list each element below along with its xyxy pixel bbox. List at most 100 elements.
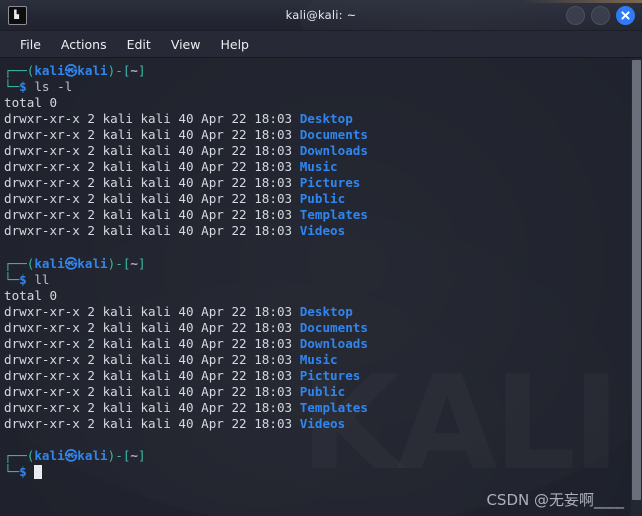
minimize-button[interactable] — [566, 5, 585, 25]
listing-name: Downloads — [299, 335, 368, 351]
listing-meta: drwxr-xr-x 2 kali kali 40 Apr 22 18:03 — [4, 399, 300, 415]
listing-meta: drwxr-xr-x 2 kali kali 40 Apr 22 18:03 — [4, 351, 300, 367]
window-controls — [566, 5, 642, 25]
prompt-dollar: $ — [19, 464, 27, 480]
scrollbar-thumb[interactable] — [632, 60, 641, 500]
listing-name: Videos — [299, 223, 346, 239]
listing-row: drwxr-xr-x 2 kali kali 40 Apr 22 18:03 P… — [4, 191, 642, 207]
listing-name: Desktop — [299, 111, 353, 127]
listing-name: Public — [299, 383, 346, 399]
prompt-dash: - — [115, 255, 123, 271]
kali-at-icon: ㉿ — [64, 448, 78, 464]
terminal-icon: ▙ — [8, 5, 27, 25]
listing-name: Videos — [299, 416, 346, 432]
listing-name: Desktop — [299, 303, 353, 319]
command-text: ll — [26, 271, 50, 287]
listing-row: drwxr-xr-x 2 kali kali 40 Apr 22 18:03 T… — [4, 207, 642, 223]
prompt-line-bottom[interactable]: └─$ — [4, 464, 642, 480]
terminal-output[interactable]: ┌──(kali㉿kali)-[~] └─$ ls -l total 0 drwxr-… — [0, 58, 642, 480]
prompt-dollar: $ — [19, 79, 27, 95]
listing-meta: drwxr-xr-x 2 kali kali 40 Apr 22 18:03 — [4, 367, 300, 383]
prompt-user: kali — [34, 63, 65, 78]
listing-row: drwxr-xr-x 2 kali kali 40 Apr 22 18:03 D… — [4, 336, 642, 352]
listing-name: Public — [299, 191, 346, 207]
prompt-line-bottom[interactable]: └─$ ll — [4, 272, 642, 288]
prompt-frame-top: ┌── — [4, 448, 27, 464]
listing-row: drwxr-xr-x 2 kali kali 40 Apr 22 18:03 D… — [4, 320, 642, 336]
listing-meta: drwxr-xr-x 2 kali kali 40 Apr 22 18:03 — [4, 159, 300, 175]
listing-name: Downloads — [299, 143, 368, 159]
prompt-host: kali — [77, 63, 108, 78]
prompt-path: ~ — [130, 63, 138, 78]
window-title: kali@kali: ~ — [285, 8, 357, 22]
title-bar[interactable]: ▙ kali@kali: ~ — [0, 0, 642, 31]
listing-name: Music — [299, 351, 338, 367]
listing-meta: drwxr-xr-x 2 kali kali 40 Apr 22 18:03 — [4, 335, 300, 351]
menu-item-view[interactable]: View — [161, 34, 211, 55]
text-cursor — [34, 465, 42, 480]
output-text: total 0 — [4, 95, 58, 111]
prompt-path: ~ — [130, 448, 138, 464]
listing-row: drwxr-xr-x 2 kali kali 40 Apr 22 18:03 M… — [4, 159, 642, 175]
close-button[interactable] — [616, 5, 635, 25]
listing-row: drwxr-xr-x 2 kali kali 40 Apr 22 18:03 V… — [4, 223, 642, 239]
listing-row: drwxr-xr-x 2 kali kali 40 Apr 22 18:03 P… — [4, 384, 642, 400]
menu-item-help[interactable]: Help — [210, 34, 259, 55]
terminal-area[interactable]: KALI "the quieter you bec ┌──(kali㉿kali)… — [0, 58, 642, 516]
menu-item-edit[interactable]: Edit — [117, 34, 161, 55]
prompt-user: kali — [34, 255, 65, 271]
listing-name: Pictures — [299, 367, 361, 383]
listing-meta: drwxr-xr-x 2 kali kali 40 Apr 22 18:03 — [4, 303, 300, 319]
prompt-host: kali — [77, 255, 108, 271]
listing-meta: drwxr-xr-x 2 kali kali 40 Apr 22 18:03 — [4, 143, 300, 159]
listing-meta: drwxr-xr-x 2 kali kali 40 Apr 22 18:03 — [4, 127, 300, 143]
listing-meta: drwxr-xr-x 2 kali kali 40 Apr 22 18:03 — [4, 111, 300, 127]
titlebar-highlight — [522, 0, 642, 3]
listing-row: drwxr-xr-x 2 kali kali 40 Apr 22 18:03 P… — [4, 368, 642, 384]
menu-item-actions[interactable]: Actions — [51, 34, 117, 55]
prompt-frame-bottom: └─ — [4, 79, 20, 95]
listing-meta: drwxr-xr-x 2 kali kali 40 Apr 22 18:03 — [4, 319, 300, 335]
prompt-user: kali — [34, 448, 65, 464]
prompt-path: ~ — [130, 255, 138, 271]
prompt-frame-top: ┌── — [4, 255, 27, 271]
prompt-close-bracket: ] — [138, 448, 146, 464]
listing-name: Pictures — [299, 175, 361, 191]
listing-name: Music — [299, 159, 338, 175]
listing-meta: drwxr-xr-x 2 kali kali 40 Apr 22 18:03 — [4, 191, 300, 207]
listing-meta: drwxr-xr-x 2 kali kali 40 Apr 22 18:03 — [4, 207, 300, 223]
listing-row: drwxr-xr-x 2 kali kali 40 Apr 22 18:03 T… — [4, 400, 642, 416]
listing-row: drwxr-xr-x 2 kali kali 40 Apr 22 18:03 V… — [4, 416, 642, 432]
total-line: total 0 — [4, 95, 642, 111]
csdn-watermark: CSDN @无妄啊____ — [486, 491, 624, 509]
listing-meta: drwxr-xr-x 2 kali kali 40 Apr 22 18:03 — [4, 383, 300, 399]
menu-item-file[interactable]: File — [10, 34, 51, 55]
listing-row: drwxr-xr-x 2 kali kali 40 Apr 22 18:03 D… — [4, 111, 642, 127]
command-text: ls -l — [26, 79, 73, 95]
prompt-close-bracket: ] — [138, 255, 146, 271]
prompt-dash: - — [115, 448, 123, 464]
terminal-scrollbar[interactable] — [631, 58, 642, 516]
prompt-close-bracket: ] — [138, 63, 146, 78]
listing-meta: drwxr-xr-x 2 kali kali 40 Apr 22 18:03 — [4, 223, 300, 239]
listing-row: drwxr-xr-x 2 kali kali 40 Apr 22 18:03 D… — [4, 304, 642, 320]
prompt-dollar: $ — [19, 271, 27, 287]
listing-name: Documents — [299, 127, 368, 143]
listing-meta: drwxr-xr-x 2 kali kali 40 Apr 22 18:03 — [4, 416, 300, 432]
close-icon — [621, 10, 630, 20]
prompt-host: kali — [77, 448, 108, 464]
prompt-dash: - — [115, 63, 123, 78]
prompt-frame-bottom: └─ — [4, 464, 20, 480]
listing-row: drwxr-xr-x 2 kali kali 40 Apr 22 18:03 M… — [4, 352, 642, 368]
terminal-window: ▙ kali@kali: ~ File Actions Edit View He… — [0, 0, 642, 516]
prompt-frame-top: ┌── — [4, 63, 27, 78]
prompt-line-top: ┌──(kali㉿kali)-[~] — [4, 448, 642, 464]
maximize-button[interactable] — [591, 5, 610, 25]
prompt-frame-bottom: └─ — [4, 271, 20, 287]
prompt-line-bottom[interactable]: └─$ ls -l — [4, 79, 642, 95]
menu-bar: File Actions Edit View Help — [0, 31, 642, 58]
listing-name: Documents — [299, 319, 368, 335]
prompt-line-top: ┌──(kali㉿kali)-[~] — [4, 63, 642, 79]
total-line: total 0 — [4, 288, 642, 304]
